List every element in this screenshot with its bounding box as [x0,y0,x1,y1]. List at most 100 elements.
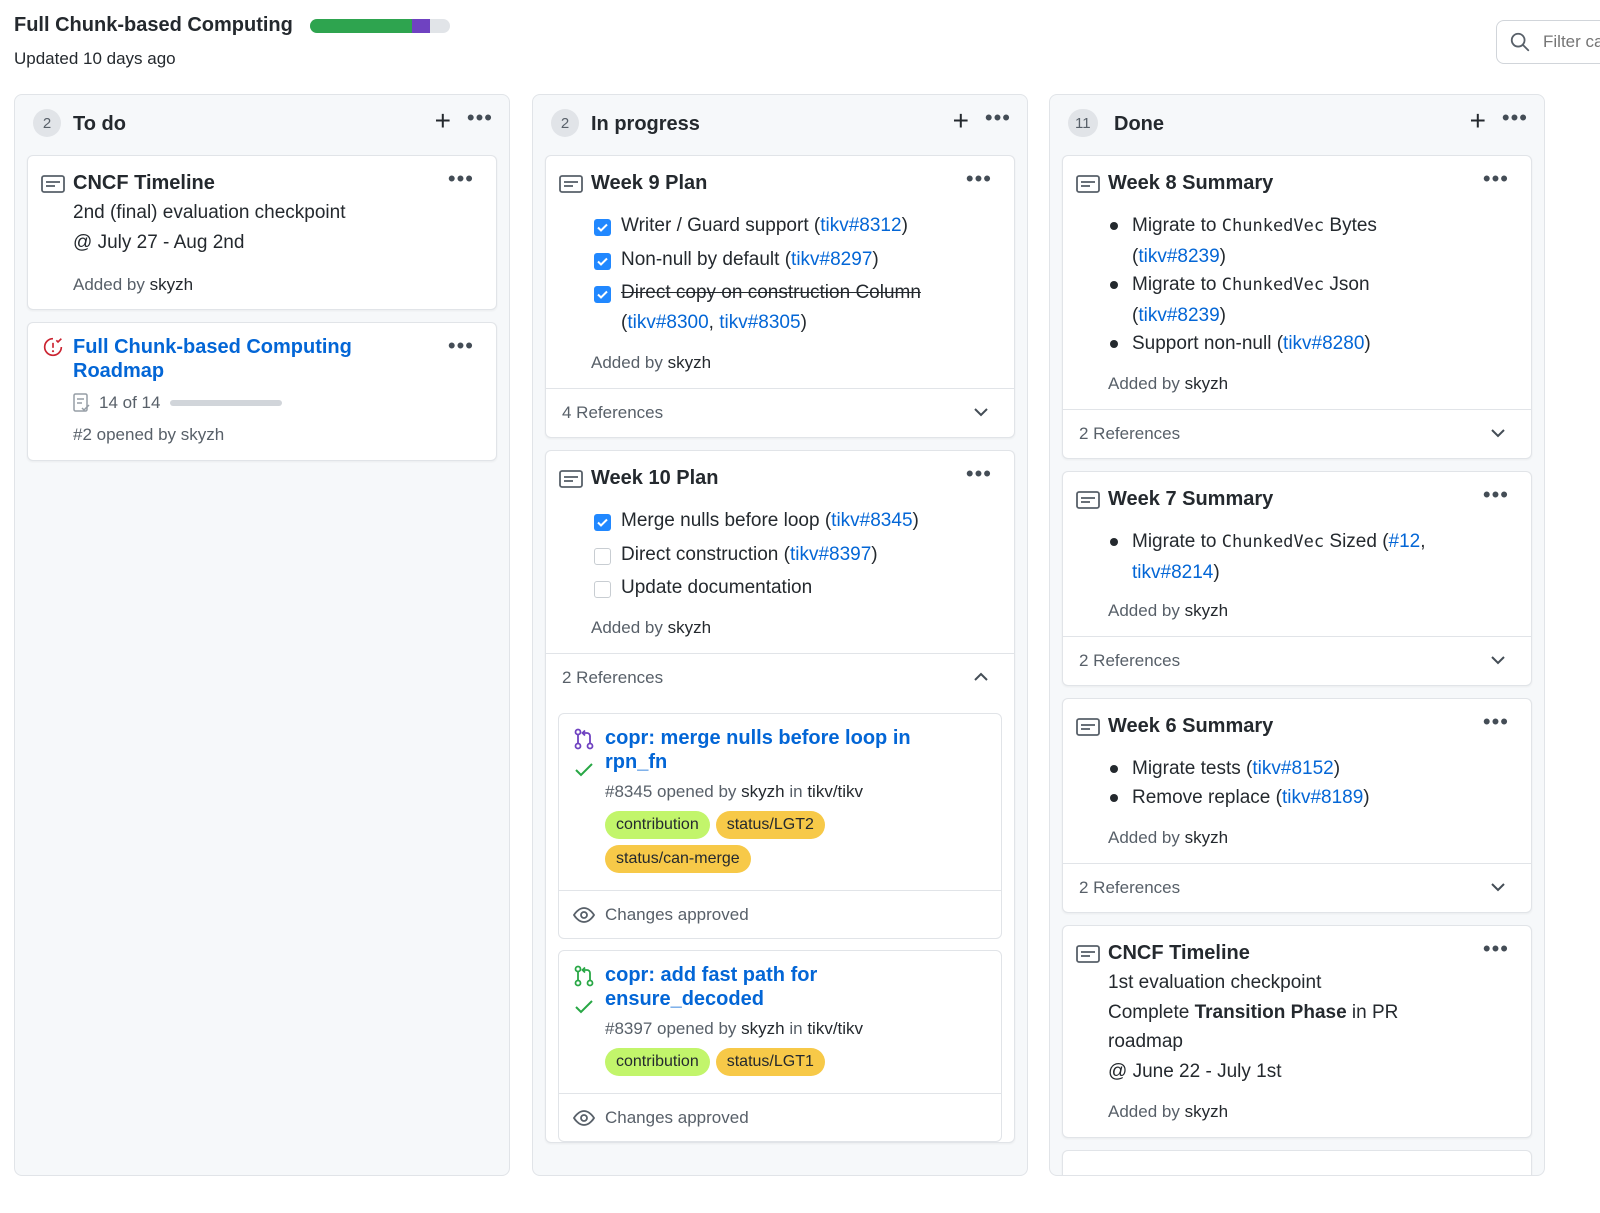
added-by: Added by skyzh [1108,828,1228,848]
column-header: 2 In progress + ••• [533,95,1027,153]
pull-request-title-link[interactable]: copr: merge nulls before loop in rpn_fn [605,726,925,774]
added-by-label: Added by [1108,828,1180,847]
add-card-button[interactable]: + [1470,107,1486,135]
card-menu-button[interactable]: ••• [1483,482,1509,508]
issue-link[interactable]: tikv#8152 [1252,758,1333,779]
search-icon [1510,32,1530,52]
checkbox-checked[interactable] [594,253,611,270]
added-by-user[interactable]: skyzh [1185,1102,1228,1121]
review-status-text: Changes approved [605,1108,749,1127]
column-name: In progress [591,113,700,135]
bullet-item: Migrate to ChunkedVec Json (tikv#8239) [1108,270,1370,330]
note-card-partial[interactable] [1062,1150,1532,1175]
add-card-button[interactable]: + [953,107,969,135]
filter-cards-input[interactable] [1543,32,1600,52]
column-name: Done [1114,113,1164,135]
added-by-user[interactable]: skyzh [668,618,711,637]
references-toggle[interactable]: 2 References [1063,863,1531,911]
column-menu-button[interactable]: ••• [1502,105,1528,131]
chevron-up-icon [974,672,988,681]
task-item: Merge nulls before loop (tikv#8345) [594,510,919,532]
bullet-item: Migrate tests (tikv#8152) [1108,754,1340,784]
issue-link[interactable]: tikv#8239 [1138,305,1219,326]
references-toggle[interactable]: 2 References [1063,409,1531,457]
card-menu-button[interactable]: ••• [966,461,992,487]
note-card[interactable]: ••• Week 9 Plan Writer / Guard support (… [545,155,1015,438]
note-card[interactable]: ••• Week 10 Plan Merge nulls before loop… [545,450,1015,1143]
note-card[interactable]: ••• CNCF Timeline 2nd (final) evaluation… [27,155,497,310]
issue-link[interactable]: tikv#8239 [1138,246,1219,267]
card-menu-button[interactable]: ••• [966,166,992,192]
checkbox-unchecked[interactable] [594,581,611,598]
references-count: 4 References [562,403,664,422]
task-text: Non-null by default (tikv#8297) [621,249,879,270]
bullet-item: Support non-null (tikv#8280) [1108,329,1371,359]
column-menu-button[interactable]: ••• [985,105,1011,131]
issue-link[interactable]: tikv#8345 [831,510,912,531]
issue-link[interactable]: tikv#8397 [790,544,871,565]
card-menu-button[interactable]: ••• [448,333,474,359]
issue-link[interactable]: tikv#8280 [1283,333,1364,354]
label-contribution[interactable]: contribution [605,811,710,839]
issue-card[interactable]: ••• Full Chunk-based Computing Roadmap 1… [27,322,497,461]
label-contribution[interactable]: contribution [605,1048,710,1076]
card-menu-button[interactable]: ••• [1483,166,1509,192]
references-toggle[interactable]: 2 References [546,653,1014,701]
card-menu-button[interactable]: ••• [1483,709,1509,735]
card-line: 2nd (final) evaluation checkpoint [73,202,346,223]
added-by-user[interactable]: skyzh [150,275,193,294]
checkbox-checked[interactable] [594,286,611,303]
checkbox-checked[interactable] [594,514,611,531]
added-by-user[interactable]: skyzh [1185,828,1228,847]
repo-link[interactable]: tikv/tikv [807,782,863,801]
card-line: Complete Transition Phase in PR [1108,1001,1399,1023]
card-menu-button[interactable]: ••• [448,166,474,192]
issue-link[interactable]: tikv#8305 [719,312,800,334]
added-by-user[interactable]: skyzh [668,353,711,372]
issue-link[interactable]: tikv#8297 [791,249,872,270]
issue-link[interactable]: tikv#8300 [627,312,708,334]
progress-done-segment [310,19,413,33]
author-link[interactable]: skyzh [741,782,784,801]
issue-link[interactable]: tikv#8189 [1282,787,1363,808]
added-by-user[interactable]: skyzh [1185,374,1228,393]
note-card[interactable]: ••• Week 7 Summary Migrate to ChunkedVec… [1062,471,1532,686]
card-title: Week 8 Summary [1108,172,1274,194]
filter-cards-box[interactable] [1496,20,1600,64]
label-status[interactable]: status/LGT2 [715,811,825,839]
issue-link[interactable]: tikv#8214 [1132,562,1213,583]
project-title[interactable]: Full Chunk-based Computing [14,14,293,37]
pull-request-open-icon [574,965,594,987]
added-by-user[interactable]: skyzh [1185,601,1228,620]
references-toggle[interactable]: 2 References [1063,636,1531,684]
label-status[interactable]: status/can-merge [605,845,751,873]
label-status[interactable]: status/LGT1 [715,1048,825,1076]
references-count: 2 References [562,668,664,687]
note-icon [559,175,583,193]
issue-link[interactable]: tikv#8312 [820,215,901,236]
repo-link[interactable]: tikv/tikv [807,1019,863,1038]
author-link[interactable]: skyzh [741,1019,784,1038]
column-menu-button[interactable]: ••• [467,105,493,131]
add-card-button[interactable]: + [435,107,451,135]
pull-request-merged-icon [574,728,594,750]
checkbox-unchecked[interactable] [594,548,611,565]
pull-request-card[interactable]: copr: merge nulls before loop in rpn_fn … [558,713,1002,939]
note-card[interactable]: ••• CNCF Timeline 1st evaluation checkpo… [1062,925,1532,1138]
card-menu-button[interactable]: ••• [1483,936,1509,962]
added-by: Added by skyzh [591,618,711,638]
note-card[interactable]: ••• Week 6 Summary Migrate tests (tikv#8… [1062,698,1532,913]
note-card[interactable]: ••• Week 8 Summary Migrate to ChunkedVec… [1062,155,1532,459]
added-by-label: Added by [1108,601,1180,620]
issue-title-link[interactable]: Full Chunk-based Computing Roadmap [73,335,373,383]
card-title: Week 10 Plan [591,467,719,489]
references-count: 2 References [1079,424,1181,443]
pull-request-meta: #8397 opened by skyzh in tikv/tikv [605,1019,864,1038]
issue-link[interactable]: #12 [1389,531,1421,552]
chevron-down-icon [1491,429,1505,438]
pull-request-card[interactable]: copr: add fast path for ensure_decoded #… [558,950,1002,1142]
checkbox-checked[interactable] [594,219,611,236]
pull-request-title-link[interactable]: copr: add fast path for ensure_decoded [605,963,925,1011]
task-item-continuation: (tikv#8300, tikv#8305) [621,312,807,334]
references-toggle[interactable]: 4 References [546,388,1014,436]
